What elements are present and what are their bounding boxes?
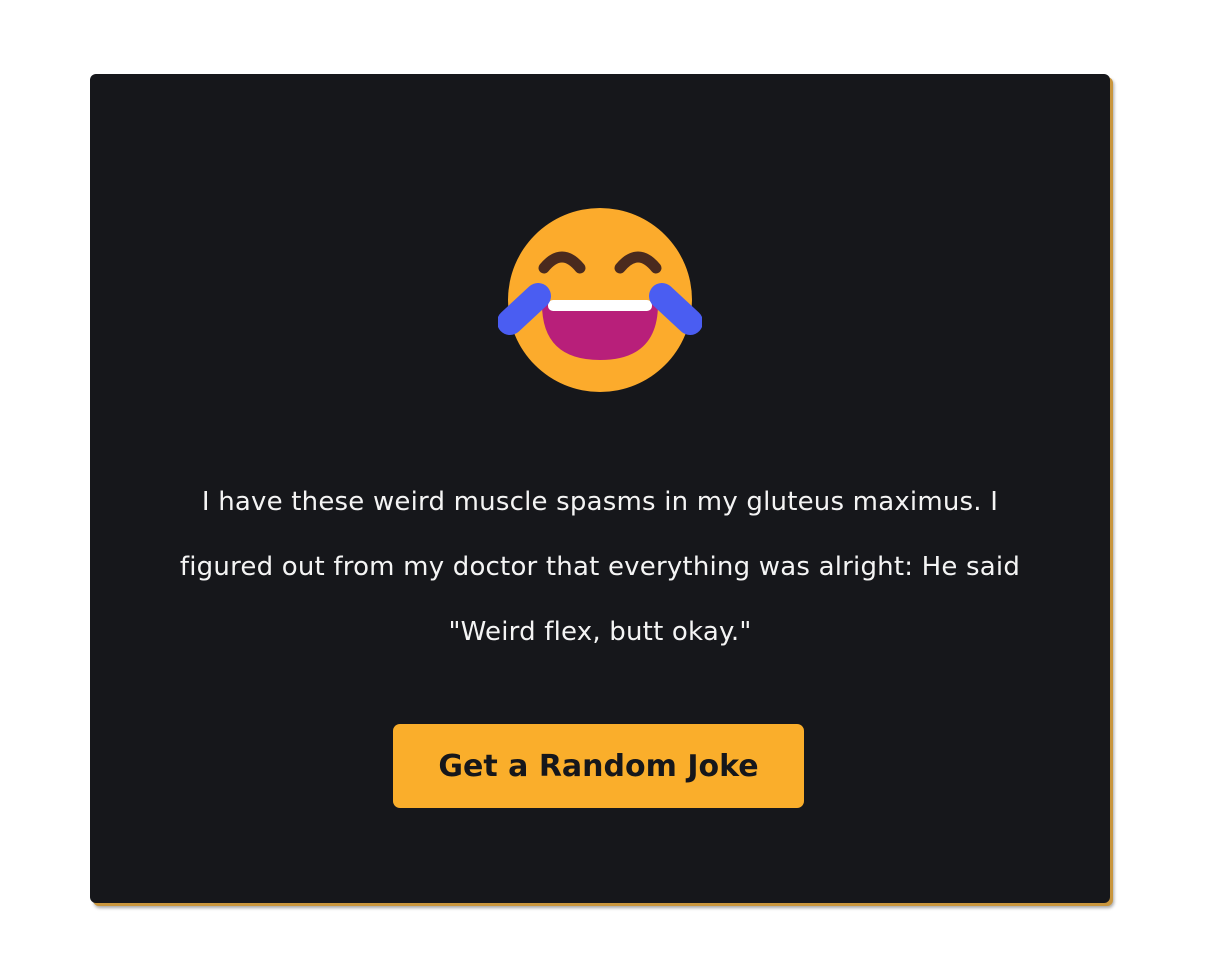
laughing-tears-emoji-icon bbox=[497, 208, 703, 398]
get-random-joke-button[interactable]: Get a Random Joke bbox=[393, 724, 804, 808]
joke-text: I have these weird muscle spasms in my g… bbox=[179, 487, 1021, 647]
joke-card: I have these weird muscle spasms in my g… bbox=[90, 74, 1110, 903]
